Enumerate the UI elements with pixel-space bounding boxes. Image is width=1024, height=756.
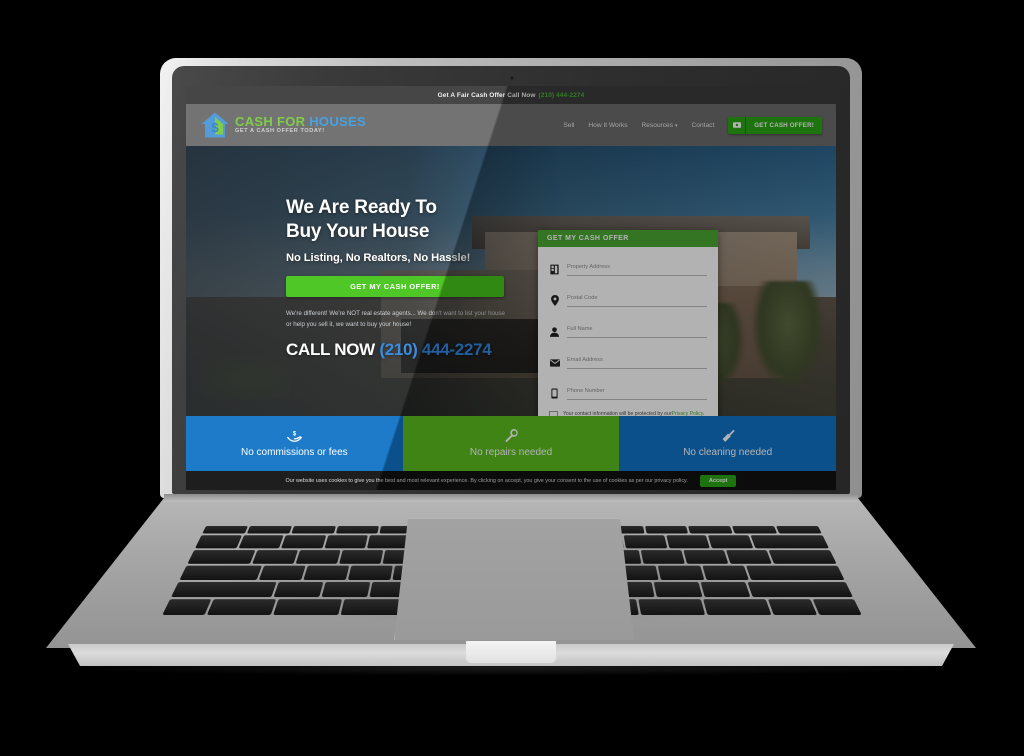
hero-heading: We Are Ready To Buy Your House [286,196,521,245]
cash-offer-form: GET MY CASH OFFER Property Address Posta… [538,230,718,416]
field-phone-number[interactable]: Phone Number [549,379,707,400]
hero-call-now: CALL NOW (210) 444-2274 [286,340,521,360]
form-title: GET MY CASH OFFER [547,235,629,242]
feature-no-commissions: $ No commissions or fees [186,416,403,471]
hero-heading-line1: We Are Ready To [286,197,437,218]
logo-wordmark: CASH FOR HOUSES GET A CASH OFFER TODAY! [235,115,366,135]
announcement-bar: Get A Fair Cash Offer Call Now (210) 444… [186,86,836,104]
form-header: GET MY CASH OFFER [538,230,718,247]
feature-no-repairs: No repairs needed [402,416,620,471]
input-placeholder: Postal Code [567,295,598,301]
logo-tagline: GET A CASH OFFER TODAY! [235,128,325,135]
form-body: Property Address Postal Code Full Name E… [538,247,718,416]
header-cta-label: GET CASH OFFER! [754,121,814,129]
consent-text: Your contact information will be protect… [563,410,707,416]
call-now-phone-link[interactable]: (210) 444-2274 [379,340,491,359]
mobile-phone-icon [549,387,560,400]
field-postal-code[interactable]: Postal Code [549,286,707,307]
nav-label: Contact [691,121,715,129]
laptop-shadow [60,660,960,676]
site-logo[interactable]: $ CASH FOR HOUSES GET A CASH OFFER TODAY… [200,111,366,139]
trackpad[interactable] [394,518,634,640]
consent-text-1: Your contact information will be protect… [563,411,672,416]
privacy-policy-link[interactable]: Privacy Policy [672,411,703,416]
consent-checkbox[interactable] [549,411,558,416]
announcement-phone-link[interactable]: (210) 444-2274 [539,92,585,99]
field-email-address[interactable]: Email Address [549,348,707,369]
cookie-banner: Our website uses cookies to give you the… [186,471,836,490]
feature-no-cleaning: No cleaning needed [619,416,836,471]
hero-paragraph: We're different! We're NOT real estate a… [286,309,505,329]
feature-bar: $ No commissions or fees No repairs need… [186,416,836,471]
nav-item-sell[interactable]: Sell [563,122,574,129]
header-cash-offer-button[interactable]: GET CASH OFFER! [728,116,822,134]
svg-text:$: $ [211,120,219,135]
hero-section: We Are Ready To Buy Your House No Listin… [186,146,836,416]
hand-holding-dollar-icon: $ [286,429,302,443]
input-placeholder: Full Name [567,326,593,332]
input-placeholder: Phone Number [567,388,605,394]
cookie-message: Our website uses cookies to give you the… [285,477,688,484]
laptop-screen: Get A Fair Cash Offer Call Now (210) 444… [186,86,836,490]
hero-copy: We Are Ready To Buy Your House No Listin… [286,196,521,360]
hero-subheading: No Listing, No Realtors, No Hassle! [286,251,471,264]
person-icon [549,325,560,338]
laptop-base [46,494,976,674]
call-now-label: CALL NOW [286,339,375,359]
svg-text:$: $ [293,431,297,437]
consent-row: Your contact information will be protect… [549,410,707,416]
laptop-mockup: Get A Fair Cash Offer Call Now (210) 444… [0,0,1024,756]
field-property-address[interactable]: Property Address [549,255,707,276]
logo-text-part2: HOUSES [309,114,366,130]
feature-label: No repairs needed [469,447,553,458]
feature-label: No commissions or fees [240,447,348,458]
input-placeholder: Email Address [567,357,603,363]
logo-text-part1: CASH FOR [235,114,306,130]
input-line[interactable]: Postal Code [567,286,707,307]
broom-icon [721,429,735,443]
webcam-icon [510,76,514,80]
money-bill-icon [728,116,747,134]
building-icon [549,263,560,276]
screenshot-root: Get A Fair Cash Offer Call Now (210) 444… [0,0,1024,756]
website-viewport: Get A Fair Cash Offer Call Now (210) 444… [186,86,836,490]
nav-item-contact[interactable]: Contact [692,122,715,129]
nav-label: Sell [563,121,575,129]
field-full-name[interactable]: Full Name [549,317,707,338]
hero-cash-offer-button[interactable]: GET MY CASH OFFER! [286,275,504,297]
announcement-text: Get A Fair Cash Offer Call Now [437,91,536,99]
hero-button-label: GET MY CASH OFFER! [350,281,440,291]
house-dollar-logo-icon: $ [200,111,230,139]
nav-label: How It Works [588,121,628,129]
input-line[interactable]: Email Address [567,348,707,369]
site-header: $ CASH FOR HOUSES GET A CASH OFFER TODAY… [186,104,836,146]
nav-item-resources[interactable]: Resources ▾ [642,122,678,129]
envelope-icon [549,356,560,369]
input-line[interactable]: Property Address [567,255,707,276]
nav-label: Resources [641,121,674,129]
chevron-down-icon: ▾ [675,122,678,129]
input-placeholder: Property Address [567,264,610,270]
map-pin-icon [549,294,560,307]
laptop-hinge [164,494,858,502]
nav-item-how-it-works[interactable]: How It Works [588,122,627,129]
cookie-accept-label: Accept [708,477,728,484]
input-line[interactable]: Phone Number [567,379,707,400]
feature-label: No cleaning needed [683,447,773,458]
wrench-icon [504,429,518,443]
cookie-accept-button[interactable]: Accept [699,474,737,487]
hero-heading-line2: Buy Your House [286,221,430,243]
input-line[interactable]: Full Name [567,317,707,338]
main-navigation: Sell How It Works Resources ▾ Contact GE… [563,116,822,134]
